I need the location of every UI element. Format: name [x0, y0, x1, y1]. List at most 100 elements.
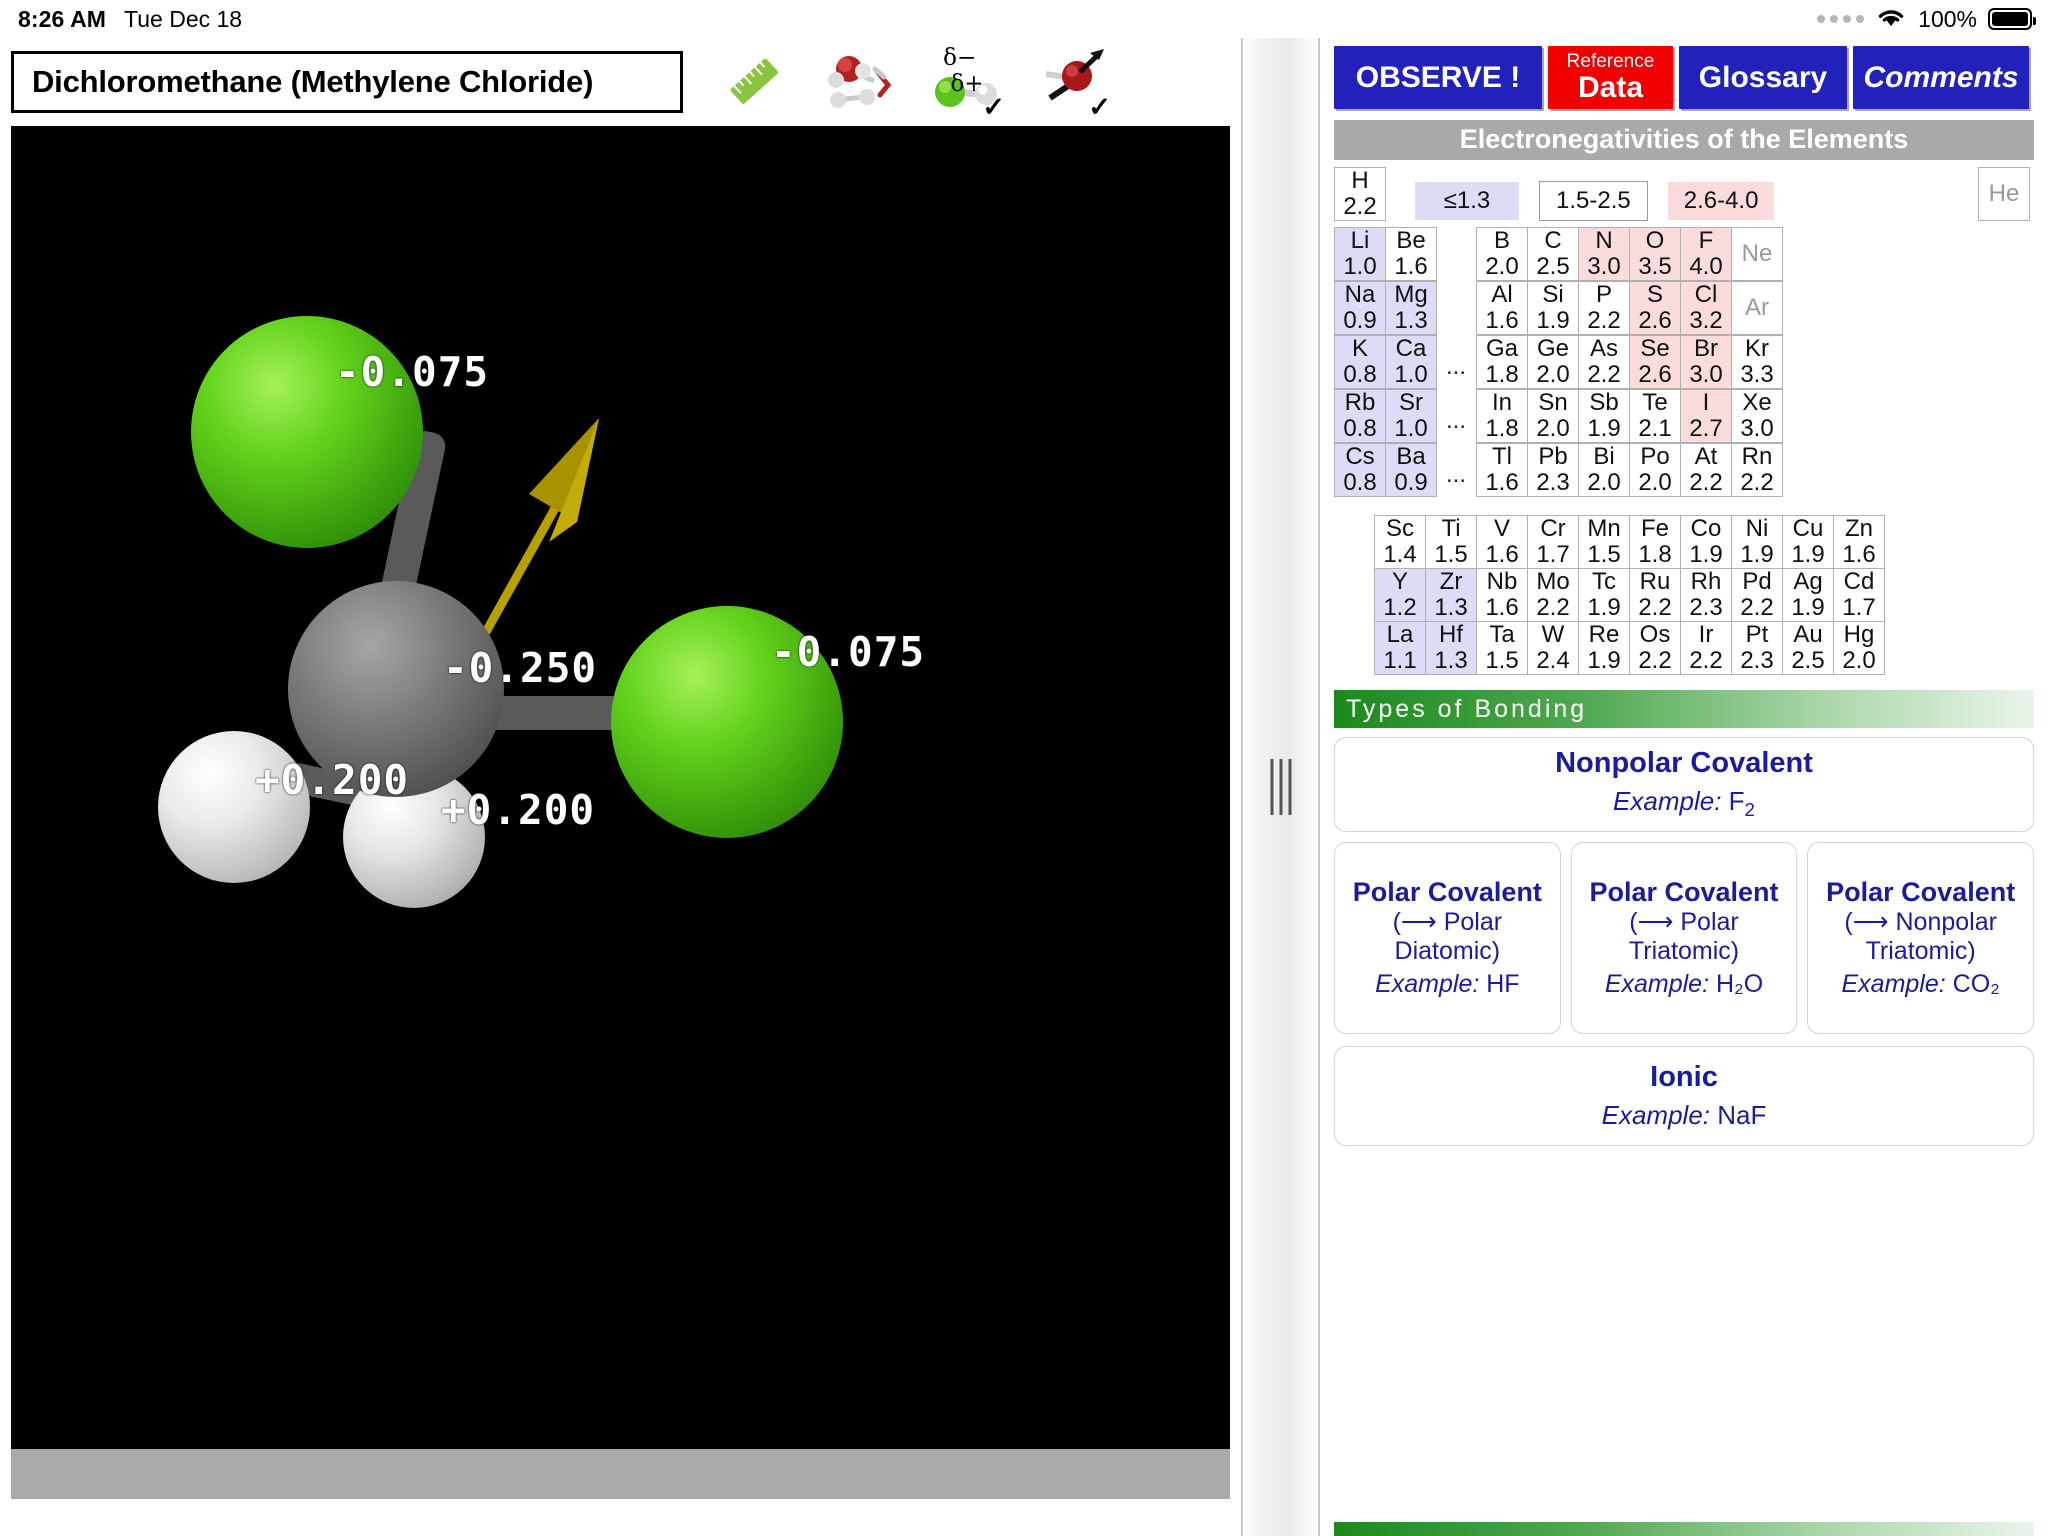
transition-metal-row: Y 1.2 Zr 1.3 Nb 1.6 Mo 2.2 Tc 1.9 Ru 2.2 Rh 2.3 Pd 2.2 A…	[1374, 568, 2034, 622]
reference-data-button[interactable]: Reference Data	[1548, 46, 1673, 109]
element-cell-W[interactable]: W 2.4	[1527, 621, 1579, 675]
partial-charges-icon[interactable]: δ− δ+ ✓	[925, 43, 1009, 121]
glossary-button[interactable]: Glossary	[1679, 46, 1847, 109]
element-cell-Ne[interactable]: Ne	[1731, 227, 1783, 281]
element-cell-Ba[interactable]: Ba 0.9	[1385, 443, 1437, 497]
element-cell-Ge[interactable]: Ge 2.0	[1527, 335, 1579, 389]
element-cell-N[interactable]: N 3.0	[1578, 227, 1630, 281]
element-cell-Br[interactable]: Br 3.0	[1680, 335, 1732, 389]
example-formula: NaF	[1717, 1100, 1767, 1130]
element-cell-Zr[interactable]: Zr 1.3	[1425, 568, 1477, 622]
element-cell-P[interactable]: P 2.2	[1578, 281, 1630, 335]
element-cell-Ni[interactable]: Ni 1.9	[1731, 515, 1783, 569]
element-cell-Si[interactable]: Si 1.9	[1527, 281, 1579, 335]
bond-card-nonpolar-triatomic[interactable]: Polar Covalent (⟶ Nonpolar Triatomic) Ex…	[1807, 842, 2035, 1034]
comments-button[interactable]: Comments	[1853, 46, 2029, 109]
ruler-measure-tool-icon[interactable]	[713, 43, 797, 121]
bond-card-ionic[interactable]: Ionic Example: NaF	[1334, 1046, 2034, 1146]
element-symbol: Ne	[1741, 240, 1773, 268]
element-cell-Rn[interactable]: Rn 2.2	[1731, 443, 1783, 497]
element-cell-Pt[interactable]: Pt 2.3	[1731, 621, 1783, 675]
bond-card-nonpolar-covalent[interactable]: Nonpolar Covalent Example: F2	[1334, 737, 2034, 832]
element-cell-V[interactable]: V 1.6	[1476, 515, 1528, 569]
element-cell-Ti[interactable]: Ti 1.5	[1425, 515, 1477, 569]
element-value: 2.5	[1791, 647, 1825, 674]
element-cell-Mg[interactable]: Mg 1.3	[1385, 281, 1437, 335]
element-cell-Cl[interactable]: Cl 3.2	[1680, 281, 1732, 335]
element-cell-Fe[interactable]: Fe 1.8	[1629, 515, 1681, 569]
element-cell-Kr[interactable]: Kr 3.3	[1731, 335, 1783, 389]
element-cell-Hg[interactable]: Hg 2.0	[1833, 621, 1885, 675]
element-cell-Al[interactable]: Al 1.6	[1476, 281, 1528, 335]
element-symbol: Ge	[1536, 335, 1569, 363]
element-cell-Te[interactable]: Te 2.1	[1629, 389, 1681, 443]
element-cell-Cs[interactable]: Cs 0.8	[1334, 443, 1386, 497]
element-cell-Tc[interactable]: Tc 1.9	[1578, 568, 1630, 622]
element-cell-Nb[interactable]: Nb 1.6	[1476, 568, 1528, 622]
element-cell-Sn[interactable]: Sn 2.0	[1527, 389, 1579, 443]
element-cell-Ir[interactable]: Ir 2.2	[1680, 621, 1732, 675]
element-cell-Cd[interactable]: Cd 1.7	[1833, 568, 1885, 622]
element-cell-In[interactable]: In 1.8	[1476, 389, 1528, 443]
element-cell-Sb[interactable]: Sb 1.9	[1578, 389, 1630, 443]
element-cell-I[interactable]: I 2.7	[1680, 389, 1732, 443]
observe-button[interactable]: OBSERVE !	[1334, 46, 1542, 109]
element-cell-F[interactable]: F 4.0	[1680, 227, 1732, 281]
element-cell-At[interactable]: At 2.2	[1680, 443, 1732, 497]
element-cell-Ca[interactable]: Ca 1.0	[1385, 335, 1437, 389]
element-cell-Au[interactable]: Au 2.5	[1782, 621, 1834, 675]
element-cell-Li[interactable]: Li 1.0	[1334, 227, 1386, 281]
element-cell-Rb[interactable]: Rb 0.8	[1334, 389, 1386, 443]
split-view-divider[interactable]	[1241, 38, 1320, 1536]
element-cell-K[interactable]: K 0.8	[1334, 335, 1386, 389]
element-cell-Se[interactable]: Se 2.6	[1629, 335, 1681, 389]
element-value: 2.0	[1638, 469, 1672, 496]
element-cell-Sr[interactable]: Sr 1.0	[1385, 389, 1437, 443]
bond-card-polar-triatomic[interactable]: Polar Covalent (⟶ Polar Triatomic) Examp…	[1570, 842, 1798, 1034]
element-cell-Rh[interactable]: Rh 2.3	[1680, 568, 1732, 622]
element-symbol: Cr	[1540, 515, 1566, 543]
element-cell-Ta[interactable]: Ta 1.5	[1476, 621, 1528, 675]
molecule-3d-viewer[interactable]: -0.075 -0.250 -0.075 +0.200 +0.200	[11, 126, 1230, 1449]
element-cell-Po[interactable]: Po 2.0	[1629, 443, 1681, 497]
element-cell-Pd[interactable]: Pd 2.2	[1731, 568, 1783, 622]
element-cell-O[interactable]: O 3.5	[1629, 227, 1681, 281]
element-cell-Pb[interactable]: Pb 2.3	[1527, 443, 1579, 497]
element-cell-Hf[interactable]: Hf 1.3	[1425, 621, 1477, 675]
element-cell-La[interactable]: La 1.1	[1374, 621, 1426, 675]
element-cell-As[interactable]: As 2.2	[1578, 335, 1630, 389]
periodic-table-row: Cs 0.8 Ba 0.9... Tl 1.6 Pb 2.3 Bi 2.0 Po 2.0 At 2.2 Rn…	[1334, 443, 2034, 497]
element-symbol: Os	[1639, 621, 1671, 649]
element-cell-Ga[interactable]: Ga 1.8	[1476, 335, 1528, 389]
element-cell-B[interactable]: B 2.0	[1476, 227, 1528, 281]
element-symbol: Ru	[1639, 568, 1671, 596]
element-symbol: Ag	[1793, 568, 1823, 596]
element-cell-S[interactable]: S 2.6	[1629, 281, 1681, 335]
element-cell-Sc[interactable]: Sc 1.4	[1374, 515, 1426, 569]
element-cell-Ar[interactable]: Ar	[1731, 281, 1783, 335]
element-cell-Xe[interactable]: Xe 3.0	[1731, 389, 1783, 443]
element-cell-Bi[interactable]: Bi 2.0	[1578, 443, 1630, 497]
element-cell-C[interactable]: C 2.5	[1527, 227, 1579, 281]
element-cell-Ru[interactable]: Ru 2.2	[1629, 568, 1681, 622]
bond-card-polar-diatomic[interactable]: Polar Covalent (⟶ Polar Diatomic) Exampl…	[1334, 842, 1561, 1034]
element-cell-He[interactable]: He	[1978, 167, 2030, 221]
element-cell-Cu[interactable]: Cu 1.9	[1782, 515, 1834, 569]
element-cell-Re[interactable]: Re 1.9	[1578, 621, 1630, 675]
element-cell-Co[interactable]: Co 1.9	[1680, 515, 1732, 569]
element-cell-Na[interactable]: Na 0.9	[1334, 281, 1386, 335]
element-cell-Zn[interactable]: Zn 1.6	[1833, 515, 1885, 569]
element-cell-Be[interactable]: Be 1.6	[1385, 227, 1437, 281]
element-cell-Mo[interactable]: Mo 2.2	[1527, 568, 1579, 622]
element-symbol: Br	[1694, 335, 1718, 363]
element-cell-H[interactable]: H 2.2	[1334, 167, 1386, 221]
element-cell-Os[interactable]: Os 2.2	[1629, 621, 1681, 675]
element-cell-Ag[interactable]: Ag 1.9	[1782, 568, 1834, 622]
element-cell-Y[interactable]: Y 1.2	[1374, 568, 1426, 622]
element-cell-Tl[interactable]: Tl 1.6	[1476, 443, 1528, 497]
element-cell-Mn[interactable]: Mn 1.5	[1578, 515, 1630, 569]
split-view-drag-handle[interactable]	[1270, 759, 1291, 815]
water-molecules-icon[interactable]	[819, 43, 903, 121]
element-cell-Cr[interactable]: Cr 1.7	[1527, 515, 1579, 569]
dipole-arrow-icon[interactable]: ✓	[1031, 43, 1115, 121]
